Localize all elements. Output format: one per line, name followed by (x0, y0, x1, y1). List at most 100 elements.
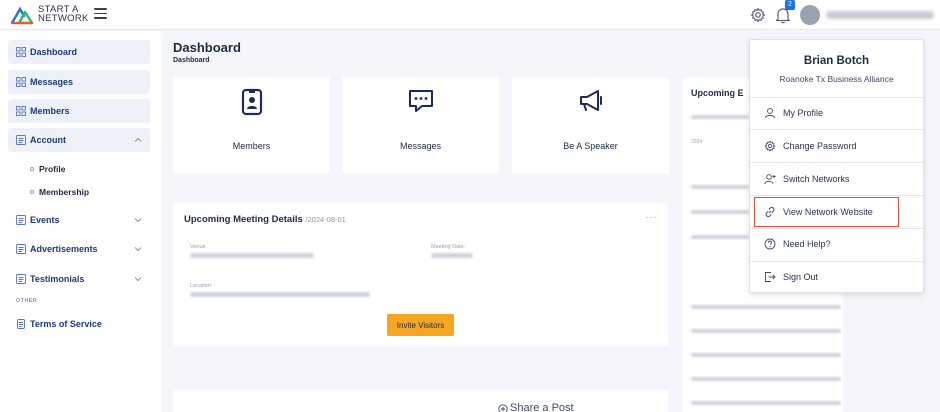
sidebar-item-label: Advertisements (30, 244, 98, 254)
sidebar-item-testimonials[interactable]: Testimonials (8, 267, 150, 291)
menu-item-sign-out[interactable]: Sign Out (750, 262, 923, 292)
quick-card-members[interactable]: Members (173, 77, 330, 174)
quick-card-label: Messages (399, 141, 442, 151)
more-options-icon[interactable]: ··· (645, 212, 658, 223)
event-row-redacted (691, 353, 841, 357)
grid-icon (16, 77, 26, 87)
quick-card-label: Be A Speaker (563, 141, 618, 151)
sidebar-subitem-membership[interactable]: Membership (30, 187, 89, 197)
sidebar-item-advertisements[interactable]: Advertisements (8, 237, 150, 261)
link-icon (765, 206, 775, 218)
divider (750, 162, 923, 163)
event-row-redacted (691, 401, 841, 405)
grid-icon (16, 47, 26, 57)
menu-item-label: My Profile (783, 108, 824, 118)
gear-icon (764, 140, 776, 152)
event-row-redacted (691, 115, 749, 119)
quick-card-messages[interactable]: Messages (342, 77, 499, 174)
meeting-title-date: /2024-08-01 (305, 215, 346, 224)
venue-value-redacted (190, 253, 314, 258)
megaphone-icon (579, 90, 602, 111)
chevron-down-icon (134, 218, 142, 223)
list-icon (16, 244, 26, 254)
meeting-title-text: Upcoming Meeting Details (184, 214, 303, 225)
sidebar-item-label: Account (30, 135, 66, 145)
sidebar-item-events[interactable]: Events (8, 208, 150, 232)
sidebar-item-label: Terms of Service (30, 319, 102, 329)
top-bar: START A NETWORK 2 (0, 0, 940, 30)
user-network-name: Roanoke Tx Business Alliance (779, 74, 894, 84)
bullet-icon (30, 167, 34, 171)
user-avatar[interactable] (800, 5, 820, 25)
event-row-redacted (691, 235, 749, 239)
question-icon (764, 238, 776, 250)
grid-icon (16, 106, 26, 116)
id-badge-icon (241, 88, 262, 116)
document-icon (17, 319, 25, 329)
chevron-down-icon (134, 247, 142, 252)
share-post-label: Share a Post (510, 402, 574, 412)
sidebar: Dashboard Messages Members Account Profi… (0, 31, 162, 412)
plus-circle-icon (498, 404, 508, 412)
logo-text: START A NETWORK (38, 5, 89, 24)
breadcrumb[interactable]: Dashboard (173, 57, 210, 64)
menu-item-switch-networks[interactable]: Switch Networks (750, 164, 923, 194)
chevron-up-icon (134, 137, 142, 142)
divider (750, 195, 923, 196)
location-value-redacted (190, 292, 370, 297)
upcoming-meeting-card: Upcoming Meeting Details /2024-08-01 ···… (173, 203, 668, 346)
event-row-redacted (691, 185, 749, 189)
notification-count-badge: 2 (785, 0, 795, 10)
divider (750, 129, 923, 130)
menu-item-my-profile[interactable]: My Profile (750, 98, 923, 128)
share-post-card[interactable]: Share a Post (173, 390, 668, 412)
sidebar-item-terms-of-service[interactable]: Terms of Service (8, 312, 150, 336)
sidebar-item-account[interactable]: Account (8, 128, 150, 152)
user-icon (765, 108, 775, 119)
sign-out-icon (765, 272, 776, 282)
menu-item-change-password[interactable]: Change Password (750, 131, 923, 161)
menu-item-label: Need Help? (783, 239, 831, 249)
app-logo[interactable]: START A NETWORK (10, 3, 89, 25)
sidebar-item-label: Dashboard (30, 47, 78, 57)
location-label: Location: (190, 283, 213, 289)
sidebar-subitem-profile[interactable]: Profile (30, 164, 65, 174)
meeting-date-label: Meeting Date: (431, 244, 466, 250)
sidebar-item-label: Messages (30, 77, 74, 87)
logo-mark-icon (10, 6, 34, 25)
logo-line-2: NETWORK (38, 13, 89, 24)
menu-item-view-network-website[interactable]: View Network Website (754, 197, 899, 227)
user-name-redacted[interactable] (826, 11, 934, 19)
menu-item-label: Change Password (783, 141, 857, 151)
invite-visitors-button[interactable]: Invite Visitors (387, 314, 454, 336)
meeting-date-value-redacted (431, 253, 473, 258)
chat-bubble-icon (408, 90, 433, 112)
user-plus-icon (764, 174, 776, 185)
menu-item-label: Switch Networks (783, 174, 850, 184)
user-full-name: Brian Botch (803, 55, 870, 67)
event-row-redacted (691, 305, 841, 309)
menu-toggle-icon[interactable] (94, 8, 107, 20)
menu-item-need-help[interactable]: Need Help? (750, 229, 923, 259)
upcoming-events-title: Upcoming E (691, 88, 744, 98)
chevron-down-icon (134, 277, 142, 282)
menu-item-label: Sign Out (783, 272, 819, 282)
sidebar-item-members[interactable]: Members (8, 99, 150, 123)
sidebar-item-label: Testimonials (30, 274, 85, 284)
list-icon (16, 274, 26, 284)
list-icon (16, 135, 26, 145)
quick-card-be-a-speaker[interactable]: Be A Speaker (512, 77, 669, 174)
page-title: Dashboard (173, 40, 241, 55)
event-row-redacted (691, 210, 749, 214)
settings-gear-icon[interactable] (750, 7, 766, 23)
sidebar-subitem-label: Membership (39, 187, 90, 197)
bullet-icon (30, 190, 34, 194)
event-row-redacted (691, 329, 841, 333)
sidebar-item-dashboard[interactable]: Dashboard (8, 40, 150, 64)
venue-label: Venue: (190, 244, 208, 250)
sidebar-item-label: Events (30, 215, 60, 225)
meeting-card-title: Upcoming Meeting Details /2024-08-01 (184, 214, 346, 225)
sidebar-item-label: Members (30, 106, 70, 116)
event-row-redacted (691, 377, 841, 381)
sidebar-item-messages[interactable]: Messages (8, 70, 150, 94)
